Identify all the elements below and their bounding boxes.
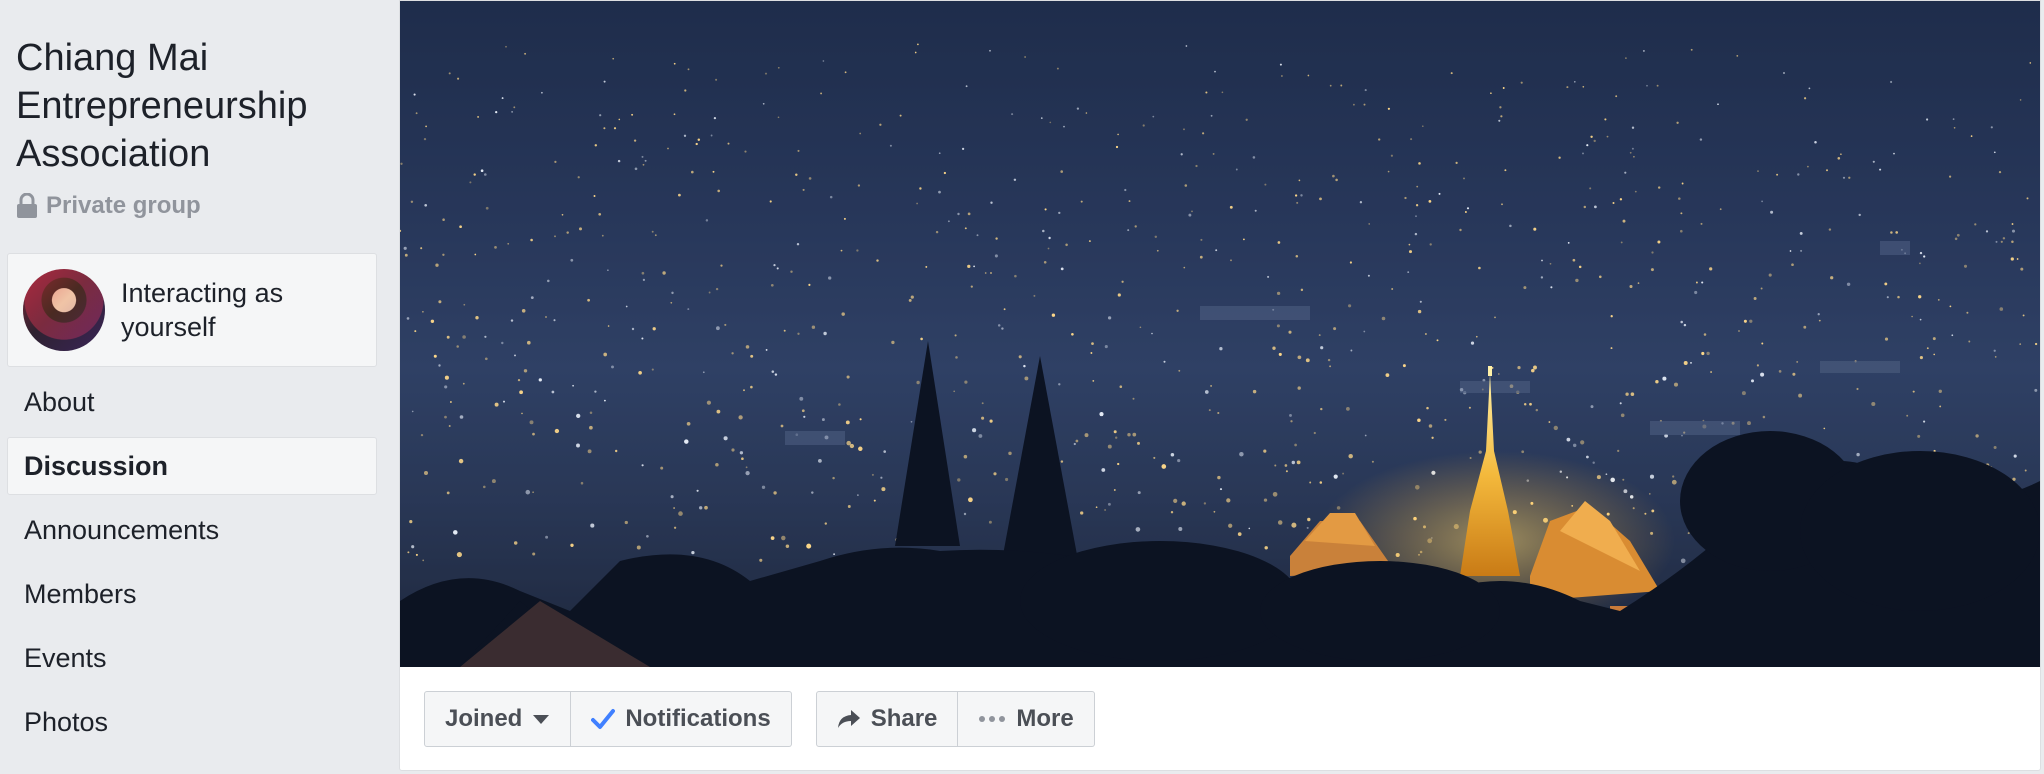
group-name[interactable]: Chiang Mai Entrepreneurship Association [16,34,376,178]
share-arrow-icon [837,710,860,728]
nav-item-discussion[interactable]: Discussion [7,437,377,495]
nav-item-about[interactable]: About [7,373,377,431]
group-privacy: Private group [16,188,201,224]
interacting-as-label: Interacting as yourself [121,278,284,342]
notifications-label: Notifications [625,705,771,732]
cover-photo-scene [400,1,2040,667]
caret-down-icon [533,715,550,724]
cover-photo[interactable] [400,1,2040,667]
avatar [23,269,105,351]
group-actions: Joined Notifications Share More [424,691,1095,747]
group-main: Joined Notifications Share More [399,0,2044,774]
joined-button[interactable]: Joined [424,691,572,747]
nav-item-members[interactable]: Members [7,565,377,623]
joined-label: Joined [445,705,523,732]
group-sidebar: Chiang Mai Entrepreneurship Association … [0,0,399,774]
cover-card: Joined Notifications Share More [399,0,2041,771]
nav-item-photos[interactable]: Photos [7,693,377,751]
checkmark-icon [591,709,616,729]
notifications-button[interactable]: Notifications [571,691,792,747]
share-label: Share [870,705,938,732]
group-nav: About Discussion Announcements Members E… [7,373,377,757]
ellipsis-icon [979,716,1006,722]
privacy-label: Private group [46,192,201,219]
share-button[interactable]: Share [815,691,959,747]
interacting-as-selector[interactable]: Interacting as yourself [7,253,377,367]
lock-icon [17,193,37,218]
nav-item-announcements[interactable]: Announcements [7,501,377,559]
membership-button-group: Joined Notifications [424,691,792,747]
more-label: More [1016,705,1074,732]
nav-item-events[interactable]: Events [7,629,377,687]
share-more-button-group: Share More [815,691,1095,747]
more-button[interactable]: More [958,691,1095,747]
